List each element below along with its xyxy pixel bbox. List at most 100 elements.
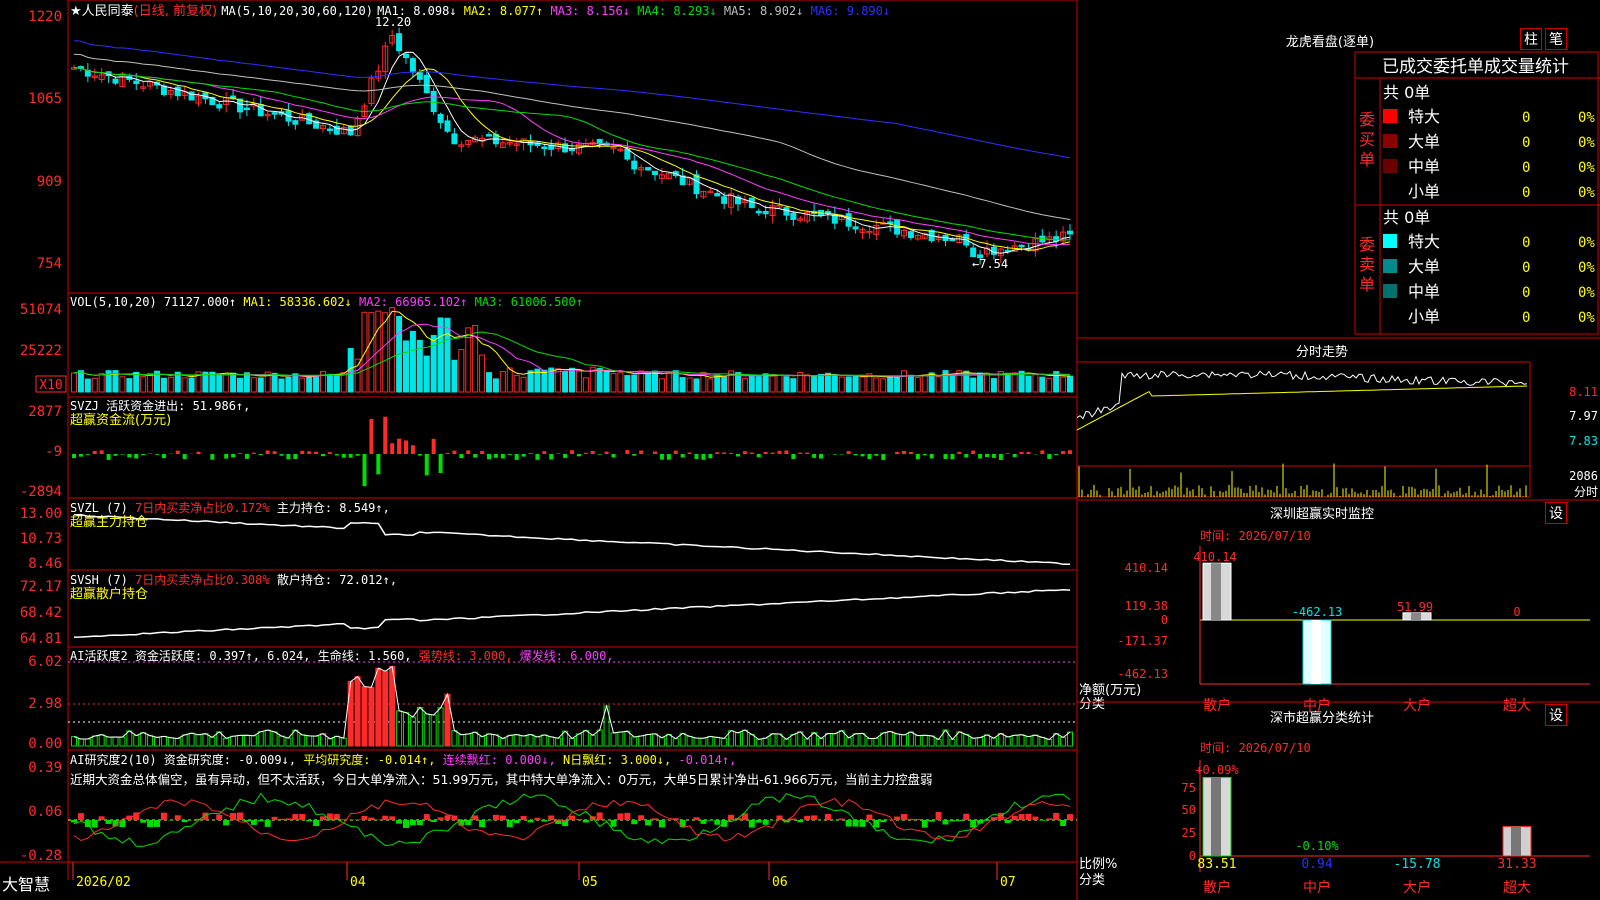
svzj-bar (991, 454, 996, 458)
volume-bar (638, 370, 645, 393)
star-icon[interactable]: ★ (70, 4, 82, 19)
sm-category: 散户 (1203, 879, 1231, 896)
tick-view-button[interactable]: 笔 (1545, 28, 1567, 50)
volume-bar (970, 377, 977, 393)
volume-bar (880, 378, 887, 393)
ai-active-panel[interactable]: 6.02 2.98 0.00 AI活跃度2 资金活跃度: 0.397↑, 6.024,… (28, 648, 1077, 752)
activity-bar (437, 707, 444, 747)
activity-bar (306, 735, 313, 747)
svzj-bar (583, 452, 588, 454)
svzj-bar (72, 454, 76, 459)
candle-body (1067, 230, 1073, 235)
candle-body (326, 128, 333, 132)
volume-bar (430, 335, 437, 393)
sz-title: 深圳超赢实时监控 (1270, 506, 1374, 522)
svzj-bar (466, 450, 471, 454)
svzj-axis-tick: -2894 (20, 484, 62, 500)
candle-body (451, 133, 458, 145)
research-bar (873, 820, 880, 828)
volume-bar (569, 367, 575, 393)
volume-bar (541, 369, 548, 393)
activity-bar (596, 729, 603, 747)
volume-bar (354, 358, 361, 393)
research-bar (755, 820, 762, 823)
price-axis-tick: 1220 (28, 9, 62, 25)
buy-group-label: 委 (1359, 110, 1375, 129)
research-bar (154, 820, 160, 827)
volume-bar (492, 378, 499, 393)
svzj-bar (784, 450, 789, 454)
volume-bar (707, 378, 714, 393)
activity-bar (672, 738, 679, 747)
activity-bar (914, 735, 921, 747)
activity-bar (693, 737, 700, 747)
stock-name: 人民同泰 (81, 4, 134, 19)
svzj-bar (756, 454, 761, 458)
activity-bar (472, 731, 479, 747)
research-bar (527, 820, 534, 823)
activity-bar (887, 731, 894, 747)
svzj-bar (1019, 451, 1024, 454)
ai2-label: AI研究度2(10) 资金研究度: -0.009↓, 平均研究度: -0.014… (70, 752, 736, 767)
sm-value: 83.51 (1197, 857, 1236, 872)
svzj-bar (1040, 450, 1045, 454)
research-bar (382, 815, 389, 820)
svsh-panel[interactable]: 72.17 68.42 64.81 SVSH (7) 7日内买卖净占比0.308% 散… (20, 572, 1071, 647)
bar-view-button[interactable]: 柱 (1520, 28, 1542, 50)
kline-header: ★人民同泰(日线, 前复权) MA(5,10,20,30,60,120) MA1… (70, 0, 890, 19)
svzj-bar (452, 450, 457, 454)
activity-bar (1060, 736, 1067, 747)
activity-bar (541, 734, 548, 747)
activity-bar (686, 735, 693, 747)
svzj-bar (390, 443, 395, 454)
ma-value-6: MA6: 9.890↓ (803, 4, 891, 18)
candle-body (271, 112, 278, 115)
research-bar (513, 820, 520, 824)
svzj-bar (964, 454, 969, 458)
candle-body (243, 107, 250, 111)
activity-bar (375, 667, 382, 747)
svzl-axis-tick: 10.73 (20, 531, 62, 547)
candle-body (437, 113, 444, 123)
sz-monitor-settings-button[interactable]: 设 (1545, 502, 1567, 524)
ma-value-1: MA1: 8.098↓ (377, 4, 457, 18)
svzj-panel[interactable]: 2877 -9 -2894 SVZJ 活跃资金进出: 51.986↑,超赢资金流(万元… (20, 398, 1072, 500)
sz-time: 时间: 2026/07/10 (1200, 529, 1311, 543)
research-bar (1053, 812, 1060, 820)
svzj-bar (604, 451, 609, 454)
candle-body (541, 146, 548, 150)
activity-bar (492, 734, 499, 747)
sm-value: 0.94 (1301, 857, 1332, 872)
activity-bar (755, 738, 762, 747)
svzl-panel[interactable]: 13.00 10.73 8.46 SVZL (7) 7日内买卖净占比0.172% 主力… (20, 500, 1071, 572)
svzj-bar (334, 454, 339, 456)
volume-bar (409, 330, 416, 393)
volume-bar (963, 370, 970, 393)
activity-bar (278, 735, 285, 747)
research-bar (880, 820, 887, 823)
research-bar (866, 814, 873, 820)
buy-swatch (1383, 109, 1397, 123)
svzj-bar (85, 454, 90, 455)
activity-bar (1046, 739, 1053, 747)
sm-axis-tick: 50 (1182, 803, 1196, 817)
svzj-bar (597, 454, 602, 455)
volume-bar (1004, 372, 1011, 393)
volume-bar (320, 370, 326, 393)
stock-chart-canvas[interactable]: 12.20←7.5412201065909754 5107425222X10VO… (0, 0, 1600, 900)
svzj-bar (78, 454, 83, 457)
svzj-bar (445, 452, 450, 454)
sz-axis-tick: 410.14 (1125, 561, 1168, 575)
svzj-bar (535, 454, 540, 460)
research-bar (1025, 813, 1032, 820)
research-bar (313, 820, 320, 827)
activity-bar (921, 734, 928, 747)
sell-swatch (1383, 234, 1397, 248)
sell-total: 共 0单 (1383, 208, 1430, 227)
kline-panel[interactable]: 12.20←7.5412201065909754 (28, 9, 1073, 272)
ai-research-panel[interactable]: 0.39 0.06 -0.28 AI研究度2(10) 资金研究度: -0.009↓, … (20, 752, 1077, 864)
svzj-bar (542, 451, 547, 454)
sm-stats-settings-button[interactable]: 设 (1545, 704, 1567, 726)
svzj-bar (106, 454, 111, 460)
volume-panel[interactable]: 51074 25222 X10 VOL(5,10,20) 71127.000↑ MA1… (20, 295, 1073, 393)
